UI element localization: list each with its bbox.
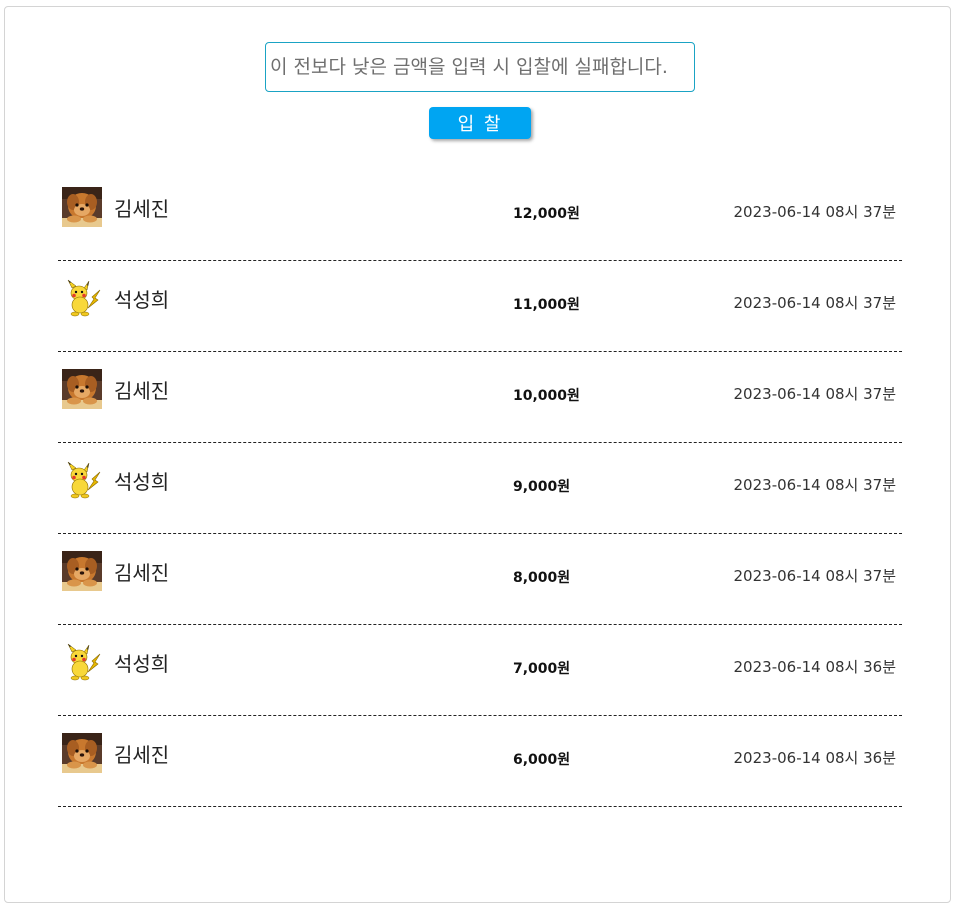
- bid-row: 김세진 10,000원 2023-06-14 08시 37분: [58, 353, 902, 443]
- bid-button[interactable]: 입 찰: [429, 107, 531, 139]
- dog-photo-avatar: [62, 187, 102, 227]
- bidder-name: 김세진: [114, 561, 170, 585]
- bid-amount: 12,000원: [513, 206, 580, 222]
- bid-amount: 10,000원: [513, 388, 580, 404]
- bidder-name: 석성희: [114, 288, 170, 312]
- bid-row: 김세진 12,000원 2023-06-14 08시 37분: [58, 171, 902, 261]
- bid-history-list: 김세진 12,000원 2023-06-14 08시 37분 석성희 11,00…: [58, 171, 902, 808]
- bidder-name: 석성희: [114, 470, 170, 494]
- pikachu-avatar: [62, 460, 102, 500]
- bidder-name: 김세진: [114, 743, 170, 767]
- bid-time: 2023-06-14 08시 36분: [733, 658, 896, 676]
- bid-time: 2023-06-14 08시 37분: [733, 385, 896, 403]
- bidder-name: 김세진: [114, 379, 170, 403]
- bid-amount: 11,000원: [513, 297, 580, 313]
- pikachu-avatar: [62, 278, 102, 318]
- bid-time: 2023-06-14 08시 36분: [733, 749, 896, 767]
- bidder-name: 석성희: [114, 652, 170, 676]
- dog-photo-avatar: [62, 551, 102, 591]
- bidder-name: 김세진: [114, 197, 170, 221]
- bid-row: 석성희 11,000원 2023-06-14 08시 37분: [58, 262, 902, 352]
- bid-panel: 입 찰 김세진 12,000원 2023-06-14 08시 37분 석성희 1…: [4, 6, 951, 903]
- bid-time: 2023-06-14 08시 37분: [733, 203, 896, 221]
- bid-row: 김세진 8,000원 2023-06-14 08시 37분: [58, 535, 902, 625]
- bid-row: 김세진 6,000원 2023-06-14 08시 36분: [58, 717, 902, 807]
- bid-amount: 7,000원: [513, 661, 571, 677]
- dog-photo-avatar: [62, 733, 102, 773]
- pikachu-avatar: [62, 642, 102, 682]
- bid-row: 석성희 9,000원 2023-06-14 08시 37분: [58, 444, 902, 534]
- bid-amount: 6,000원: [513, 752, 571, 768]
- bid-amount: 8,000원: [513, 570, 571, 586]
- bid-time: 2023-06-14 08시 37분: [733, 476, 896, 494]
- bid-row: 석성희 7,000원 2023-06-14 08시 36분: [58, 626, 902, 716]
- bid-time: 2023-06-14 08시 37분: [733, 567, 896, 585]
- bid-amount: 9,000원: [513, 479, 571, 495]
- bid-time: 2023-06-14 08시 37분: [733, 294, 896, 312]
- bid-amount-input[interactable]: [265, 42, 695, 92]
- dog-photo-avatar: [62, 369, 102, 409]
